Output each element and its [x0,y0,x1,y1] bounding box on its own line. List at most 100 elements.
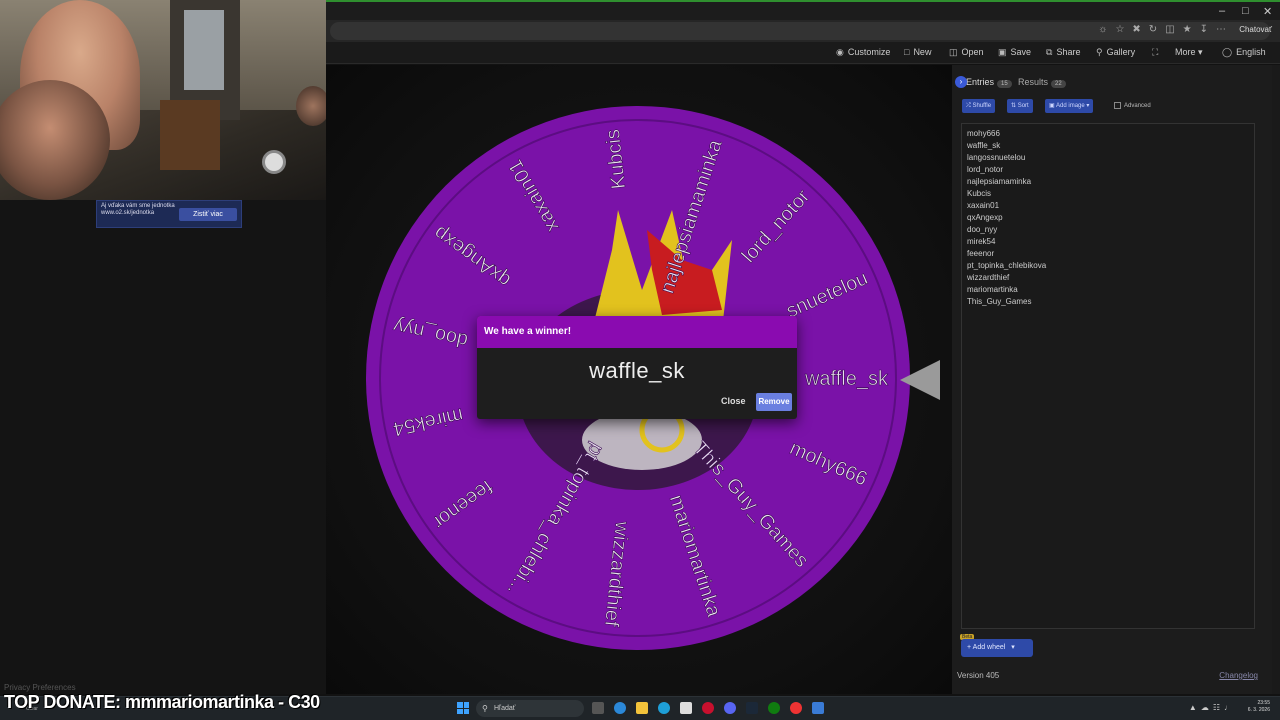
edge-browser-icon[interactable] [658,702,670,714]
translate-icon[interactable]: ☼ [1098,24,1107,35]
ad-banner[interactable]: Aj vďaka vám sme jednotka www.o2.sk/jedno… [96,200,242,228]
chevron-right-icon: › [955,76,967,88]
customize-button[interactable]: ◉ Customize [836,47,890,58]
clock-date: 6. 3. 2026 [1247,707,1270,713]
task-view-icon[interactable] [592,702,604,714]
customize-label: Customize [847,47,891,57]
image-icon: ▣ [1049,103,1055,109]
download-icon[interactable]: ↧ [1200,24,1208,35]
save-icon: ▣ [998,47,1007,57]
copilot-icon[interactable] [614,702,626,714]
chevron-down-icon: ▾ [1198,47,1203,57]
taskbar-search[interactable]: ⚲ Hľadať [476,700,584,717]
fullscreen-button[interactable]: ⛶ [1152,47,1162,58]
refresh-icon[interactable]: ↻ [1149,24,1157,35]
entry-line: langossnuetelou [967,153,1026,162]
webcam-chair [160,100,220,170]
open-label: Open [961,47,984,57]
wheel-pointer-icon [900,360,940,400]
tab-results[interactable]: Results 22 [1018,77,1066,88]
entry-line: wizzardthief [967,273,1010,282]
tab-results-label: Results [1018,77,1049,87]
more-dots-icon[interactable]: ⋯ [1216,24,1226,35]
store-icon[interactable] [680,702,692,714]
advanced-checkbox[interactable]: Advanced [1114,102,1151,109]
opera-icon[interactable] [702,702,714,714]
more-label: More [1175,47,1196,57]
extension-icon[interactable]: ✖ [1132,24,1140,35]
share-icon: ⧉ [1046,47,1053,57]
entry-line: feeenor [967,249,995,258]
split-icon[interactable]: ◫ [1165,24,1174,35]
more-button[interactable]: More ▾ [1175,47,1203,58]
chevron-down-icon: ▾ [1011,644,1015,651]
palette-icon: ◉ [836,47,844,57]
add-image-button[interactable]: ▣ Add image ▾ [1045,99,1094,113]
add-wheel-label: Add wheel [972,644,1006,651]
checkbox-icon [1114,102,1121,109]
winner-name: waffle_sk [589,358,685,383]
changelog-link[interactable]: Changelog [1219,671,1258,680]
search-icon: ⚲ [482,704,488,713]
notepad-icon[interactable] [812,702,824,714]
entry-line: najlepsiamaminka [967,177,1032,186]
close-button[interactable]: Close [721,396,746,406]
shuffle-button[interactable]: ⤮ Shuffle [962,99,996,113]
file-explorer-icon[interactable] [636,702,648,714]
star-icon[interactable]: ☆ [1115,24,1124,35]
sort-button[interactable]: ⇅ Sort [1007,99,1033,113]
share-button[interactable]: ⧉ Share [1046,47,1080,58]
language-label: English [1236,47,1266,57]
browser-scrollbar[interactable] [1272,65,1280,694]
system-tray-icons[interactable]: ▲☁☷♩ [1189,703,1236,712]
ad-text-main: Aj vďaka vám sme jednotka [101,203,175,209]
favorites-icon[interactable]: ★ [1183,24,1192,35]
entry-line: xaxain01 [967,201,1000,210]
close-window-icon[interactable]: ✕ [1263,5,1272,18]
shuffle-icon: ⤮ [966,103,971,109]
entry-line: Kubcis [967,189,992,198]
sort-label: Sort [1017,103,1029,109]
sort-icon: ⇅ [1011,103,1017,109]
discord-icon[interactable] [724,702,736,714]
new-button[interactable]: □ New [904,47,931,57]
entry-line: This_Guy_Games [967,297,1032,306]
gallery-button[interactable]: ⚲ Gallery [1096,47,1135,58]
xbox-icon[interactable] [768,702,780,714]
ad-button[interactable]: Zistiť viac [179,208,237,221]
add-image-label: Add image [1056,103,1085,109]
steam-icon[interactable] [746,702,758,714]
shuffle-label: Shuffle [972,103,992,109]
entry-line: pt_topinka_chlebikova [967,261,1047,270]
webcam-person-foreground [0,80,110,200]
tab-results-count: 22 [1051,80,1066,88]
minimize-icon[interactable]: – [1219,5,1225,17]
clock[interactable]: 23:55 6. 3. 2026 [1248,700,1270,714]
entries-textarea[interactable]: mohy666 waffle_sk langossnuetelou lord_noto… [961,123,1255,629]
microphone-icon [262,150,286,174]
fullscreen-icon: ⛶ [1152,47,1159,57]
save-button[interactable]: ▣ Save [998,47,1031,58]
left-background [0,200,326,694]
wheel-label: waffle_sk [804,368,889,390]
folder-icon: ◫ [949,47,958,57]
maximize-icon[interactable]: □ [1242,5,1249,17]
entry-line: doo_nyy [967,225,998,234]
tab-entries[interactable]: › Entries 15 [955,76,1012,88]
chrome-icon[interactable] [790,702,802,714]
add-wheel-button[interactable]: + Add wheel ▾ [961,639,1033,657]
windows-start-icon[interactable] [457,702,469,714]
plus-icon: + [967,644,972,651]
entry-line: lord_notor [967,165,1004,174]
browser-titlebar: – □ ✕ [326,0,1280,20]
copilot-chat-button[interactable]: Chatovať [1239,25,1272,34]
new-label: New [913,47,932,57]
open-button[interactable]: ◫ Open [949,47,984,58]
entry-line: mohy666 [967,129,1000,138]
ad-url: www.o2.sk/jednotka [101,210,155,216]
ad-text: Aj vďaka vám sme jednotka www.o2.sk/jedno… [101,203,181,217]
remove-button[interactable]: Remove [756,393,792,411]
language-button[interactable]: ◯ English [1222,47,1266,58]
privacy-preferences-link[interactable]: Privacy Preferences [4,683,76,692]
screen: – □ ✕ ☼ ☆ ✖ ↻ ◫ ★ ↧ ⋯ Chatovať ◉ Customiz… [0,0,1280,720]
